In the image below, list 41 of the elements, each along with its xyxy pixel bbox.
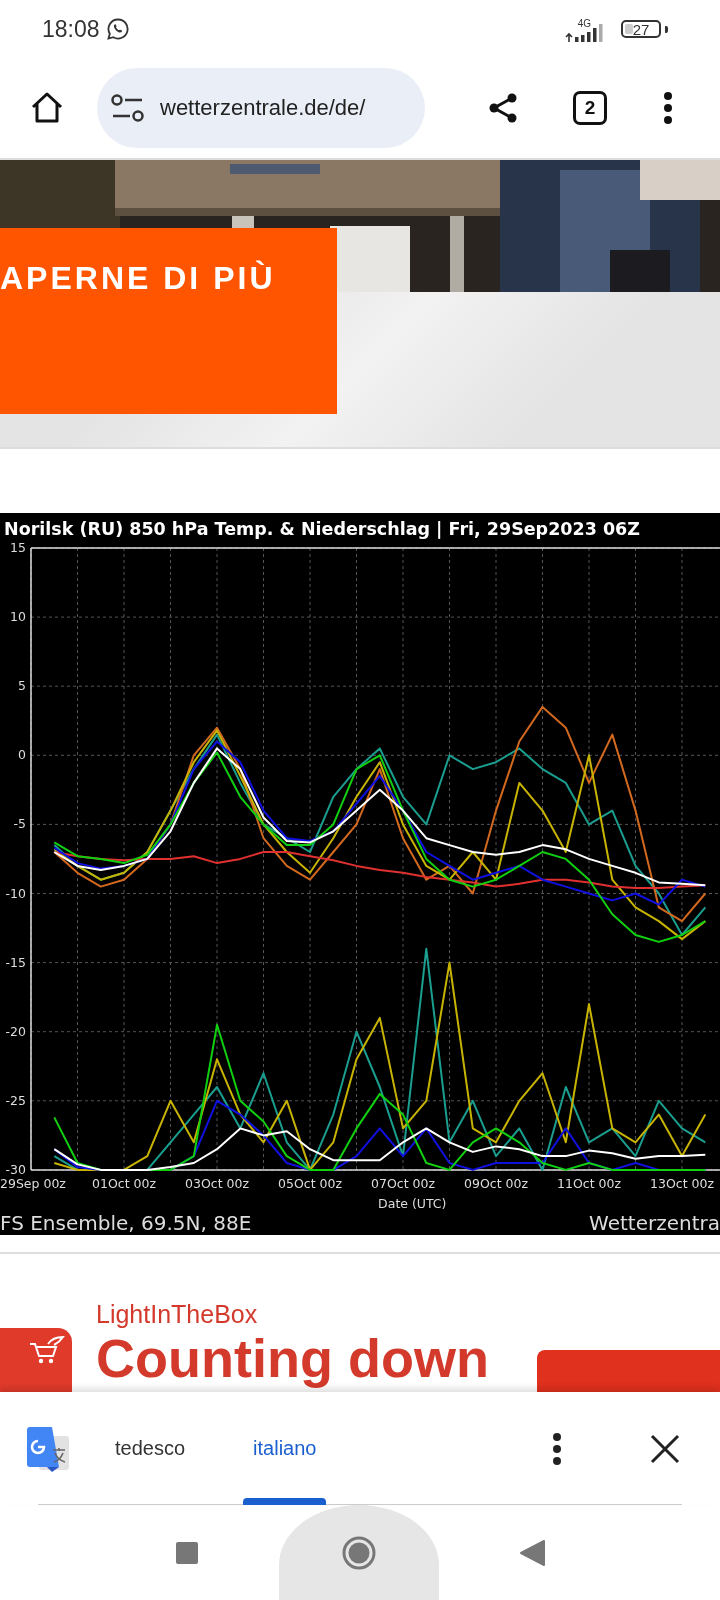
x-tick-label: 07Oct 00z [371, 1176, 435, 1191]
translate-icon [25, 1425, 71, 1472]
tab-switcher-button[interactable]: 2 [573, 90, 607, 125]
y-tick-label: -5 [13, 816, 26, 832]
clock: 18:08 [42, 15, 100, 43]
model-caption: FS Ensemble, 69.5N, 88E [0, 1211, 252, 1236]
source-caption: Wetterzentra [589, 1211, 720, 1236]
chat-bubble-icon [105, 17, 130, 42]
language-tab[interactable]: italiano [239, 1392, 331, 1505]
site-settings-icon [110, 93, 146, 122]
back-icon[interactable] [519, 1538, 545, 1567]
home-button[interactable] [279, 1505, 439, 1600]
network-type: 4G [577, 18, 591, 29]
y-tick-label: -30 [5, 1162, 26, 1177]
y-tick-label: 0 [18, 747, 26, 763]
y-tick-label: 15 [10, 543, 26, 556]
x-tick-label: 01Oct 00z [92, 1176, 156, 1191]
x-tick-label: 11Oct 00z [557, 1176, 621, 1191]
x-tick-label: 13Oct 00z [650, 1176, 714, 1191]
y-tick-label: 10 [10, 609, 26, 625]
x-axis-title: Date (UTC) [378, 1196, 447, 1211]
x-tick-label: 05Oct 00z [278, 1176, 342, 1191]
ad-headline: Counting down [96, 1329, 489, 1389]
y-tick-label: -10 [5, 885, 26, 901]
y-tick-label: -15 [5, 954, 26, 970]
language-tab[interactable]: tedesco [101, 1392, 200, 1505]
circle-icon [341, 1534, 377, 1571]
more-options-icon[interactable] [552, 1431, 562, 1466]
battery-indicator: 27 [621, 20, 661, 39]
advertiser-name: LightInTheBox [96, 1300, 259, 1330]
y-tick-label: -25 [5, 1092, 26, 1108]
more-options-icon[interactable] [663, 89, 673, 126]
x-tick-label: 29Sep 00z [0, 1176, 66, 1191]
y-tick-label: 5 [18, 678, 26, 694]
chart-title: Norilsk (RU) 850 hPa Temp. & Niederschlag | Fri, 29Sep2023 06Z [3, 518, 641, 542]
close-icon[interactable] [650, 1433, 680, 1464]
x-tick-label: 03Oct 00z [185, 1176, 249, 1191]
y-tick-label: -20 [5, 1023, 26, 1039]
recents-icon[interactable] [175, 1540, 199, 1565]
x-tick-label: 09Oct 00z [464, 1176, 528, 1191]
address-field[interactable]: wetterzentrale.de/de/ [97, 67, 425, 148]
